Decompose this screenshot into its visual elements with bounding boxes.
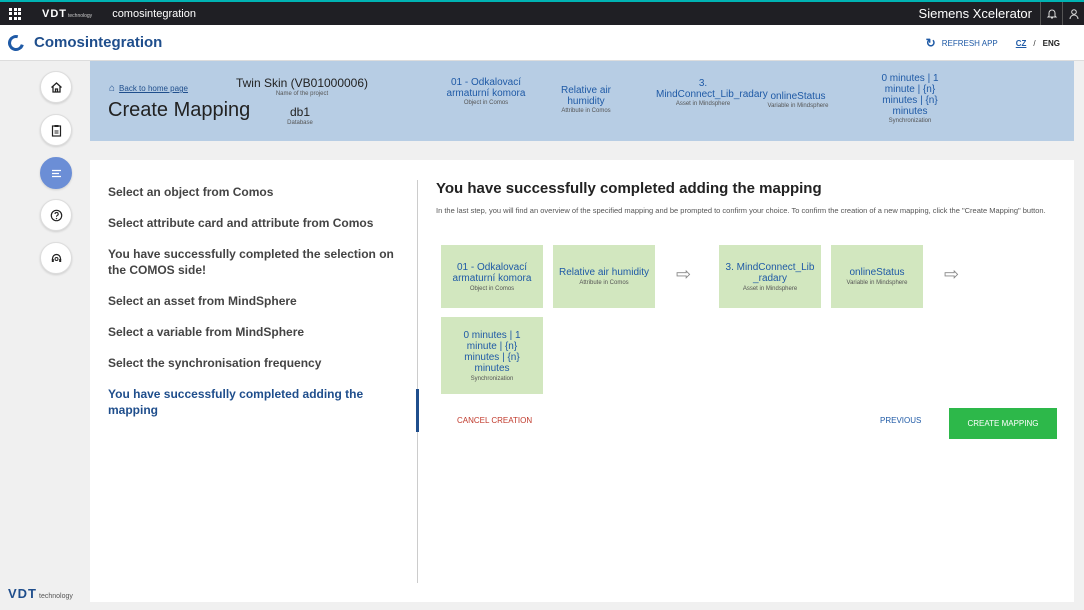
info-sync-value: 0 minutes | 1 minute | {n} minutes | {n}… (881, 73, 939, 117)
project-info: Twin Skin (VB01000006) Name of the proje… (230, 76, 374, 97)
info-asset-value: 3. MindConnect_Lib_radary (656, 78, 768, 100)
info-asset-label: Asset in Mindsphere (675, 101, 731, 107)
info-asset: 3. MindConnect_Lib_radary Asset in Minds… (656, 78, 768, 107)
tile-variable: onlineStatus Variable in Mindsphere (831, 245, 923, 308)
notifications-button[interactable] (1040, 2, 1062, 25)
project-label: Name of the project (275, 91, 329, 97)
vdt-footer-logo: VDT technology (8, 586, 73, 601)
step-1[interactable]: Select an object from Comos (108, 184, 398, 200)
arrow-right-icon: ⇨ (676, 264, 692, 284)
vdt-logo-text: VDT (42, 7, 67, 20)
back-link-label: Back to home page (119, 84, 188, 93)
step-5[interactable]: Select a variable from MindSphere (108, 324, 398, 340)
step-6[interactable]: Select the synchronisation frequency (108, 355, 398, 371)
comos-logo-icon (5, 31, 27, 54)
wizard-content: You have successfully completed adding t… (436, 180, 1061, 216)
clipboard-icon (51, 124, 61, 137)
step-2[interactable]: Select attribute card and attribute from… (108, 215, 398, 231)
back-to-home-link[interactable]: ⌂ Back to home page (109, 83, 188, 94)
database-name: db1 (289, 105, 311, 119)
list-icon (51, 169, 61, 177)
tile-variable-label: Variable in Mindsphere (846, 280, 908, 286)
app-header: Comosintegration ↻ REFRESH APP CZ / ENG (0, 25, 1084, 61)
tile-asset: 3. MindConnect_Lib _radary Asset in Mind… (719, 245, 821, 308)
tile-attribute-label: Attribute in Comos (579, 280, 629, 286)
vdt-footer-logo-text: VDT (8, 586, 37, 601)
top-app-name: comosintegration (112, 7, 196, 20)
home-icon: ⌂ (109, 83, 116, 94)
wizard-card: Select an object from Comos Select attri… (90, 160, 1074, 602)
rail-help-button[interactable] (40, 199, 72, 231)
tile-asset-label: Asset in Mindsphere (742, 285, 798, 292)
info-object-label: Object in Comos (463, 100, 509, 106)
info-object: 01 - Odkalovací armaturní komora Object … (444, 77, 528, 106)
info-variable-label: Variable in Mindsphere (767, 103, 829, 109)
tile-attribute-value: Relative air humidity (558, 267, 650, 278)
bell-icon (1046, 9, 1057, 18)
lang-separator: / (1033, 38, 1036, 48)
info-sync: 0 minutes | 1 minute | {n} minutes | {n}… (868, 73, 952, 124)
steps-divider (417, 180, 418, 583)
brand-name: Siemens Xcelerator (918, 6, 1032, 21)
tile-sync: 0 minutes | 1 minute | {n} minutes | {n}… (441, 317, 543, 394)
info-attribute: Relative air humidity Attribute in Comos (548, 85, 624, 114)
page-title: Create Mapping (108, 99, 251, 121)
database-info: db1 Database (265, 105, 335, 126)
rail-mappings-button[interactable] (40, 114, 72, 146)
create-mapping-button[interactable]: CREATE MAPPING (949, 408, 1057, 439)
step-4[interactable]: Select an asset from MindSphere (108, 293, 398, 309)
mapping-info-panel: ⌂ Back to home page Create Mapping Twin … (90, 61, 1074, 141)
info-attribute-value: Relative air humidity (560, 85, 612, 107)
support-icon (51, 253, 61, 262)
app-title: Comosintegration (34, 34, 163, 51)
content-description: In the last step, you will find an overv… (436, 206, 1046, 215)
rail-list-button[interactable] (40, 157, 72, 189)
top-bar: VDT technology comosintegration Siemens X… (0, 0, 1084, 25)
tile-variable-value: onlineStatus (849, 267, 905, 278)
user-icon (1069, 8, 1078, 19)
info-object-value: 01 - Odkalovací armaturní komora (446, 77, 526, 99)
rail-home-button[interactable] (40, 71, 72, 103)
info-attribute-label: Attribute in Comos (561, 108, 611, 114)
step-7-current[interactable]: You have successfully completed adding t… (108, 386, 398, 418)
tile-object-value: 01 - Odkalovací armaturní komora (452, 261, 532, 284)
wizard-steps: Select an object from Comos Select attri… (108, 184, 398, 433)
database-label: Database (287, 120, 313, 126)
vdt-logo-sub: technology (68, 12, 93, 19)
vdt-logo[interactable]: VDT technology (42, 8, 92, 20)
previous-button[interactable]: PREVIOUS (880, 416, 921, 425)
tile-object: 01 - Odkalovací armaturní komora Object … (441, 245, 543, 308)
refresh-icon: ↻ (925, 36, 936, 50)
grid-icon (9, 7, 21, 20)
lang-eng-link[interactable]: ENG (1043, 39, 1060, 48)
arrow-right-icon: ⇨ (944, 264, 960, 284)
vdt-footer-logo-sub: technology (39, 593, 73, 600)
lang-cz-link[interactable]: CZ (1016, 39, 1027, 48)
info-variable: onlineStatus Variable in Mindsphere (756, 91, 840, 109)
active-step-indicator (416, 389, 419, 432)
home-icon (50, 81, 62, 93)
info-sync-label: Synchronization (888, 118, 932, 124)
tile-sync-label: Synchronization (470, 375, 514, 382)
tile-asset-value: 3. MindConnect_Lib _radary (725, 261, 815, 284)
refresh-app-button[interactable]: REFRESH APP (942, 39, 998, 48)
content-title: You have successfully completed adding t… (436, 180, 822, 197)
step-3[interactable]: You have successfully completed the sele… (108, 246, 398, 278)
app-launcher-button[interactable] (0, 2, 30, 25)
user-button[interactable] (1062, 2, 1084, 25)
tile-sync-value: 0 minutes | 1 minute | {n} minutes | {n}… (463, 329, 521, 374)
rail-support-button[interactable] (40, 242, 72, 274)
project-name: Twin Skin (VB01000006) (235, 76, 369, 90)
tile-attribute: Relative air humidity Attribute in Comos (553, 245, 655, 308)
tile-object-label: Object in Comos (469, 285, 515, 292)
cancel-creation-button[interactable]: CANCEL CREATION (457, 416, 532, 425)
help-icon (50, 209, 62, 221)
info-variable-value: onlineStatus (770, 91, 826, 102)
